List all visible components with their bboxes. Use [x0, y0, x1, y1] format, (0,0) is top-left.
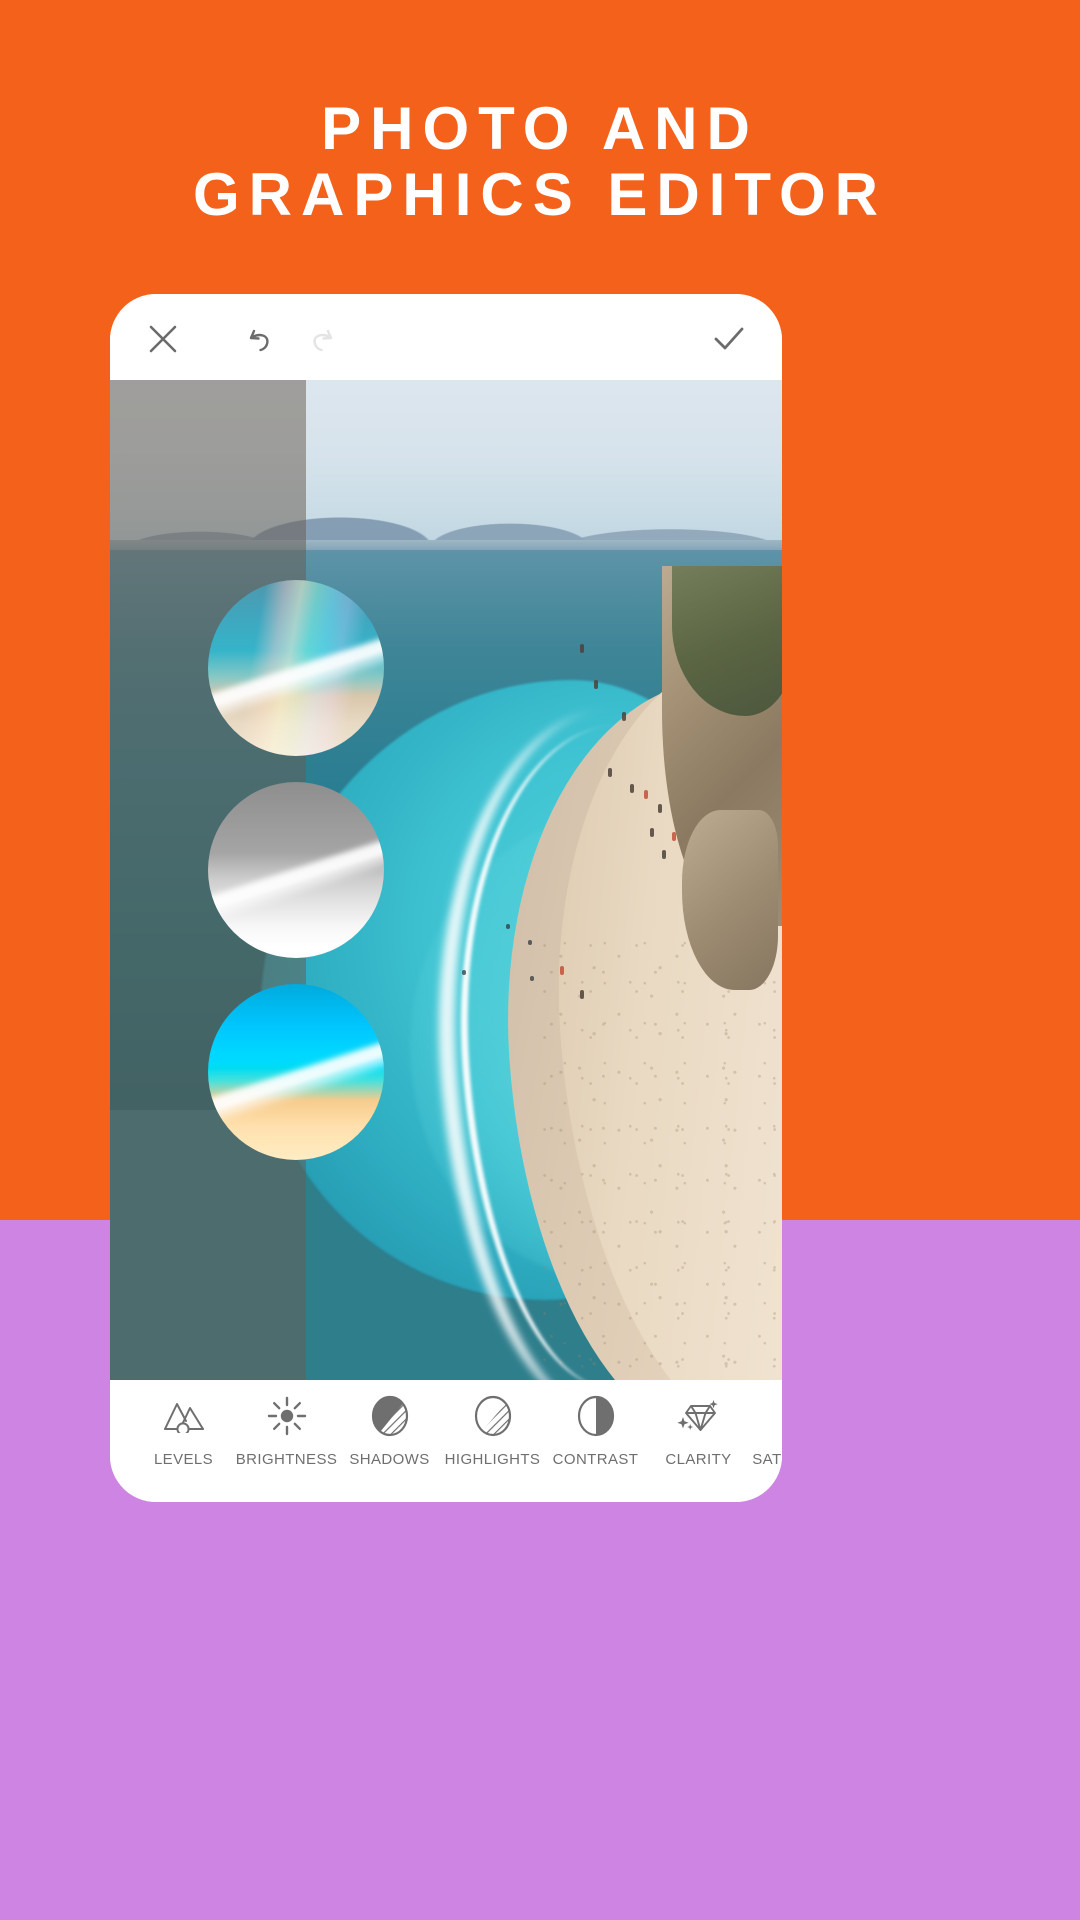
tool-label: Brightness — [235, 1451, 338, 1468]
photo-swimmer — [528, 940, 532, 945]
tool-saturation[interactable]: Saturation — [750, 1394, 782, 1468]
mountain-levels-icon — [162, 1394, 206, 1438]
filter-preview-black-and-white[interactable] — [208, 782, 384, 958]
tool-label: Clarity — [665, 1451, 732, 1468]
editor-top-toolbar — [110, 294, 782, 380]
photo-person — [644, 790, 648, 799]
page-title: Photo and Graphics Editor — [0, 96, 1080, 228]
page-title-line-1: Photo and — [321, 95, 759, 162]
photo-person — [560, 966, 564, 975]
outlined-circle-highlights-icon — [471, 1394, 515, 1438]
photo-person — [658, 804, 662, 813]
tool-contrast[interactable]: Contrast — [544, 1394, 647, 1468]
tool-brightness[interactable]: Brightness — [235, 1394, 338, 1468]
photo-person — [608, 768, 612, 777]
photo-person — [650, 828, 654, 837]
photo-canvas[interactable] — [110, 380, 782, 1380]
diamond-sparkle-clarity-icon — [676, 1394, 721, 1438]
photo-person — [580, 990, 584, 999]
tool-label: Contrast — [552, 1451, 639, 1468]
tool-list[interactable]: Levels — [132, 1394, 782, 1494]
filled-circle-shadows-icon — [368, 1394, 412, 1438]
filter-preview-rainbow[interactable] — [208, 580, 384, 756]
confirm-button[interactable] — [706, 316, 752, 362]
undo-arrow-icon — [244, 322, 278, 356]
tool-shadows[interactable]: Shadows — [338, 1394, 441, 1468]
photo-person — [580, 644, 584, 653]
photo-person — [630, 784, 634, 793]
redo-button[interactable] — [298, 316, 344, 362]
redo-arrow-icon — [304, 322, 338, 356]
undo-button[interactable] — [238, 316, 284, 362]
checkmark-icon — [711, 321, 747, 357]
editor-bottom-toolbar: Levels — [110, 1380, 782, 1502]
photo-person — [622, 712, 626, 721]
page-title-line-2: Graphics Editor — [193, 161, 887, 228]
tool-label: Saturation — [752, 1451, 782, 1468]
photo-swimmer — [462, 970, 466, 975]
close-button[interactable] — [140, 316, 186, 362]
phone-mockup-card: Levels — [110, 294, 782, 1502]
sun-brightness-icon — [265, 1394, 309, 1438]
tool-highlights[interactable]: Highlights — [441, 1394, 544, 1468]
filter-preview-vivid[interactable] — [208, 984, 384, 1160]
half-filled-circle-contrast-icon — [574, 1394, 618, 1438]
photo-swimmer — [506, 924, 510, 929]
tool-levels[interactable]: Levels — [132, 1394, 235, 1468]
tool-clarity[interactable]: Clarity — [647, 1394, 750, 1468]
photo-swimmer — [530, 976, 534, 981]
photo-person — [594, 680, 598, 689]
tool-label: Highlights — [444, 1451, 541, 1468]
tool-label: Levels — [153, 1451, 214, 1468]
photo-person — [662, 850, 666, 859]
saturation-icon — [780, 1394, 783, 1438]
rainbow-gradient-overlay — [208, 580, 384, 756]
close-x-icon — [146, 322, 180, 356]
tool-label: Shadows — [349, 1451, 430, 1468]
photo-person — [672, 832, 676, 841]
